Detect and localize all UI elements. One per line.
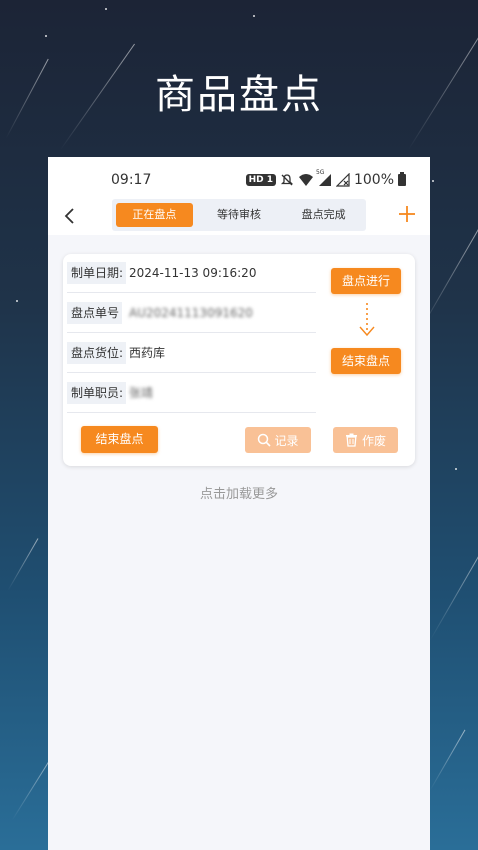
row-label: 盘点单号 bbox=[67, 302, 123, 324]
load-more-link[interactable]: 点击加载更多 bbox=[48, 483, 430, 502]
row-label: 制单职员: bbox=[67, 382, 127, 404]
row-value: 西药库 bbox=[129, 346, 166, 360]
status-icons: HD 1 5G 100% bbox=[245, 169, 406, 188]
app-screen: 09:17 HD 1 5G 100% 正在盘点 等待审核 盘点完成 制单日期: … bbox=[48, 157, 430, 850]
record-label: 记录 bbox=[274, 433, 299, 448]
arrow-down-icon bbox=[359, 303, 375, 337]
signal-icon: 5G bbox=[316, 169, 332, 187]
stocktake-card: 制单日期: 2024-11-13 09:16:20 盘点单号 AU2024111… bbox=[63, 254, 415, 466]
in-progress-button[interactable]: 盘点进行 bbox=[331, 268, 401, 294]
row-value: 张靖 bbox=[129, 386, 154, 400]
row-creator: 制单职员: 张靖 bbox=[67, 374, 316, 413]
row-location: 盘点货位: 西药库 bbox=[67, 334, 316, 373]
end-step-button[interactable]: 结束盘点 bbox=[331, 348, 401, 374]
mute-icon bbox=[280, 174, 294, 186]
row-created-date: 制单日期: 2024-11-13 09:16:20 bbox=[67, 254, 316, 293]
trash-icon bbox=[345, 433, 357, 447]
row-order-number: 盘点单号 AU20241113091620 bbox=[67, 294, 316, 333]
promo-title: 商品盘点 bbox=[155, 72, 323, 118]
plus-icon[interactable] bbox=[396, 203, 418, 225]
battery-percent: 100% bbox=[353, 172, 394, 188]
signal-type-label: 5G bbox=[315, 169, 325, 176]
status-tabs: 正在盘点 等待审核 盘点完成 bbox=[112, 199, 366, 231]
record-button[interactable]: 记录 bbox=[245, 427, 311, 453]
tab-completed[interactable]: 盘点完成 bbox=[285, 203, 362, 227]
wifi-icon bbox=[298, 174, 313, 186]
search-record-icon bbox=[258, 433, 272, 447]
chevron-left-icon[interactable] bbox=[61, 205, 79, 227]
battery-icon bbox=[398, 172, 406, 186]
nav-bar: 正在盘点 等待审核 盘点完成 bbox=[48, 197, 430, 235]
no-signal-icon bbox=[335, 173, 350, 187]
row-value: AU20241113091620 bbox=[129, 306, 253, 320]
hd-badge: HD 1 bbox=[245, 174, 276, 186]
tab-in-progress[interactable]: 正在盘点 bbox=[116, 203, 193, 227]
void-label: 作废 bbox=[361, 433, 386, 448]
void-button[interactable]: 作废 bbox=[333, 427, 398, 453]
finish-stocktake-button[interactable]: 结束盘点 bbox=[81, 426, 158, 453]
row-value: 2024-11-13 09:16:20 bbox=[129, 266, 257, 280]
status-time: 09:17 bbox=[111, 172, 152, 188]
row-label: 盘点货位: bbox=[67, 342, 127, 364]
row-label: 制单日期: bbox=[67, 262, 127, 284]
tab-pending-review[interactable]: 等待审核 bbox=[201, 203, 278, 227]
